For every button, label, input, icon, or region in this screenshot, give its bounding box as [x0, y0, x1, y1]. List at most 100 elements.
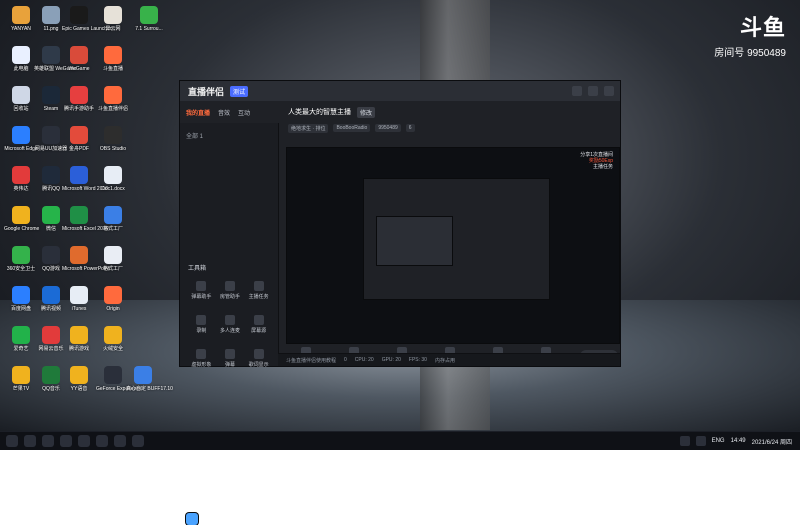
left-panel: 全部 1 工具箱 弹幕助手 房管助手 主播任务 录制 多人连麦 屏幕源 虚拟形象 弹幕 歌词显示	[180, 123, 279, 368]
maximize-icon[interactable]	[588, 86, 598, 96]
app-icon	[42, 6, 60, 24]
desktop-icon-label: 格式工厂	[102, 226, 123, 232]
minimize-icon[interactable]	[572, 86, 582, 96]
tool-item[interactable]: 录制	[190, 315, 213, 339]
app-icon	[42, 86, 60, 104]
desktop-icon[interactable]: Doc1.docx	[96, 166, 130, 192]
app-icon	[70, 286, 88, 304]
app-icon	[12, 126, 30, 144]
desktop-icon[interactable]: GeForce Experience	[96, 366, 142, 392]
app-icon	[70, 166, 88, 184]
taskbar-item[interactable]	[78, 435, 90, 447]
tool-item[interactable]: 歌词显示	[247, 349, 270, 373]
tool-item[interactable]: 多人连麦	[219, 315, 242, 339]
desktop-icon[interactable]: Microsoft Edge	[4, 126, 38, 152]
desktop-icon[interactable]: 芒果TV	[4, 366, 38, 392]
desktop-icon[interactable]: Epic Games Launcher	[62, 6, 112, 32]
desktop-icon[interactable]: 金舟PDF	[62, 126, 96, 152]
desktop-icon[interactable]: 格式工厂	[96, 206, 130, 232]
status-item: CPU: 20	[354, 357, 374, 363]
tab-3[interactable]: 互动	[238, 108, 250, 117]
stream-tag[interactable]: BooBooRadio	[333, 124, 371, 132]
close-icon[interactable]	[604, 86, 614, 96]
preview-area: 分享1次直播间 奖励50Exp 主播任务	[286, 147, 620, 344]
tool-label: 弹幕	[224, 362, 235, 368]
desktop-icon-label: 腾讯游戏	[68, 346, 89, 352]
app-icon	[70, 6, 88, 24]
desktop-icon[interactable]: 腾讯手游助手	[62, 86, 96, 112]
tool-icon	[224, 315, 235, 325]
taskbar-item[interactable]	[6, 435, 18, 447]
tool-item[interactable]: 房管助手	[219, 281, 242, 305]
stream-title-chip[interactable]: 修改	[357, 106, 376, 118]
tray-icon[interactable]	[679, 436, 690, 446]
status-item: FPS: 30	[408, 357, 427, 363]
desktop-icon[interactable]: 此电脑	[4, 46, 38, 72]
desktop-icon[interactable]: 360安全卫士	[4, 246, 38, 272]
tool-icon	[224, 349, 235, 359]
tool-label: 多人连麦	[219, 328, 240, 334]
app-icon	[70, 126, 88, 144]
desktop-icon[interactable]: 斗鱼直播伴侣	[96, 86, 130, 112]
tray-icon[interactable]	[695, 436, 706, 446]
tab-1[interactable]: 我的直播	[186, 108, 210, 117]
desktop-icon[interactable]: 回收站	[4, 86, 38, 112]
desktop-icon[interactable]: 格式工厂	[96, 246, 130, 272]
desktop-icon[interactable]: Microsoft Word 2010	[62, 166, 108, 192]
app-titlebar: 直播伴侣 测试	[180, 81, 620, 101]
status-item: 斗鱼直播伴侣使用教程	[286, 357, 337, 364]
desktop-icon[interactable]: 异云网	[96, 6, 130, 32]
taskbar-item[interactable]	[60, 435, 72, 447]
desktop-icon-label: 金舟PDF	[68, 146, 89, 152]
app-icon	[12, 166, 30, 184]
tool-item[interactable]: 弹幕助手	[190, 281, 213, 305]
taskbar-item[interactable]	[132, 435, 144, 447]
tool-item[interactable]: 虚拟形象	[190, 349, 213, 373]
desktop-icon-label: OBS Studio	[99, 146, 127, 152]
desktop-icon[interactable]: 百度网盘	[4, 286, 38, 312]
douyu-branding: 斗鱼 房间号 9950489	[714, 10, 786, 59]
desktop-icon[interactable]: 腾讯游戏	[62, 326, 96, 352]
desktop-icon-label: Epic Games Launcher	[62, 26, 112, 32]
desktop-icon[interactable]: 真心自定 BUFF17.10	[126, 366, 173, 392]
desktop-icon[interactable]: Microsoft Excel 2010	[62, 206, 108, 232]
desktop-icon[interactable]: 爱奇艺	[4, 326, 38, 352]
desktop-icon[interactable]: iTunes	[62, 286, 96, 312]
taskbar-item[interactable]	[114, 435, 126, 447]
desktop-icon[interactable]: YANYAN	[4, 6, 38, 32]
desktop-icon[interactable]: Google Chrome	[4, 206, 39, 232]
desktop-icon[interactable]: Origin	[96, 286, 130, 312]
desktop-icon[interactable]: 火绒安全	[96, 326, 130, 352]
app-badge: 测试	[230, 85, 249, 97]
taskbar-item[interactable]	[42, 435, 54, 447]
desktop-icon[interactable]: WeGame	[62, 46, 96, 72]
stream-tag[interactable]: 6	[405, 124, 415, 132]
app-icon	[104, 86, 122, 104]
desktop-icon[interactable]: 斗鱼直播	[96, 46, 130, 72]
windows-start-button[interactable]	[186, 513, 198, 525]
desktop-icon[interactable]: Microsoft PowerPoint	[62, 246, 109, 272]
stream-tag[interactable]: 9950489	[375, 124, 401, 132]
desktop-icon[interactable]: 7.1 Surrou...	[132, 6, 166, 32]
taskbar-item[interactable]	[96, 435, 108, 447]
app-icon	[134, 366, 152, 384]
app-icon	[140, 6, 158, 24]
stream-title-row: 人类最大的智慧主播 修改	[288, 106, 376, 118]
desktop-icon[interactable]: YY语音	[62, 366, 96, 392]
tab-2[interactable]: 音效	[218, 108, 230, 117]
tool-icon	[253, 315, 264, 325]
app-icon	[70, 206, 88, 224]
app-icon	[42, 326, 60, 344]
tool-item[interactable]: 主播任务	[247, 281, 270, 305]
tool-item[interactable]: 弹幕	[219, 349, 242, 373]
tool-icon	[224, 281, 235, 291]
app-icon	[12, 206, 30, 224]
stream-tag[interactable]: 绝地求生 · 排位	[288, 123, 329, 133]
language-indicator[interactable]: ENG	[712, 438, 725, 444]
desktop-icon[interactable]: OBS Studio	[96, 126, 130, 152]
desktop-icon[interactable]: 英伟达	[4, 166, 38, 192]
taskbar-item[interactable]	[24, 435, 36, 447]
desktop-icon-label: 此电脑	[13, 66, 29, 72]
app-icon	[12, 366, 30, 384]
tool-item[interactable]: 屏幕源	[247, 315, 270, 339]
